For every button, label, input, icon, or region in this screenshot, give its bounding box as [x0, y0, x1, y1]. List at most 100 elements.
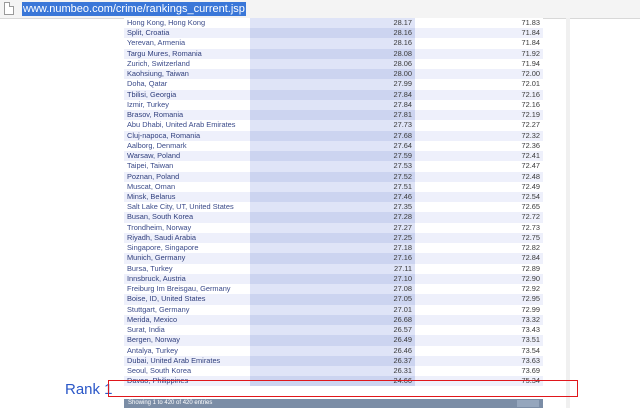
- city-cell: Brasov, Romania: [124, 110, 250, 121]
- table-row: Yerevan, Armenia 28.16 71.84: [124, 38, 543, 49]
- safety-index-cell: 72.36: [415, 140, 543, 152]
- page-icon: [4, 2, 14, 15]
- crime-index-cell: 28.06: [250, 58, 415, 70]
- safety-index-cell: 72.75: [415, 232, 543, 244]
- rankings-table: Hong Kong, Hong Kong 28.17 71.83 Split, Cro…: [124, 18, 543, 387]
- safety-index-cell: 72.41: [415, 151, 543, 162]
- safety-index-cell: 71.84: [415, 28, 543, 39]
- safety-index-cell: 72.49: [415, 181, 543, 192]
- safety-index-cell: 72.32: [415, 130, 543, 141]
- city-cell: Kaohsiung, Taiwan: [124, 69, 250, 80]
- safety-index-cell: 72.47: [415, 161, 543, 172]
- city-cell: Salt Lake City, UT, United States: [124, 202, 250, 213]
- table-row: Boise, ID, United States 27.05 72.95: [124, 294, 543, 305]
- address-bar[interactable]: www.numbeo.com/crime/rankings_current.js…: [0, 0, 640, 19]
- crime-index-cell: 27.28: [250, 212, 415, 223]
- rank-highlight-box: [108, 380, 578, 397]
- crime-index-cell: 27.35: [250, 202, 415, 213]
- safety-index-cell: 73.32: [415, 314, 543, 326]
- city-cell: Singapore, Singapore: [124, 243, 250, 254]
- city-cell: Stuttgart, Germany: [124, 304, 250, 315]
- safety-index-cell: 72.16: [415, 89, 543, 100]
- table-row: Hong Kong, Hong Kong 28.17 71.83: [124, 18, 543, 29]
- crime-index-cell: 28.16: [250, 28, 415, 39]
- city-cell: Innsbruck, Austria: [124, 273, 250, 285]
- crime-index-cell: 27.68: [250, 130, 415, 141]
- city-cell: Antalya, Turkey: [124, 345, 250, 356]
- table-row: Poznan, Poland 27.52 72.48: [124, 171, 543, 182]
- safety-index-cell: 71.92: [415, 48, 543, 59]
- table-row: Singapore, Singapore 27.18 72.82: [124, 243, 543, 254]
- crime-index-cell: 27.01: [250, 304, 415, 315]
- safety-index-cell: 73.54: [415, 345, 543, 356]
- table-row: Merida, Mexico 26.68 73.32: [124, 314, 543, 326]
- table-row: Surat, India 26.57 73.43: [124, 325, 543, 336]
- crime-index-cell: 27.59: [250, 151, 415, 162]
- crime-index-cell: 27.46: [250, 191, 415, 203]
- crime-index-cell: 26.31: [250, 365, 415, 377]
- table-footer: Showing 1 to 420 of 420 entries: [124, 399, 543, 408]
- crime-index-cell: 27.84: [250, 99, 415, 111]
- safety-index-cell: 72.72: [415, 212, 543, 223]
- scrollbar[interactable]: [566, 18, 570, 408]
- crime-index-cell: 26.68: [250, 314, 415, 326]
- table-row: Zurich, Switzerland 28.06 71.94: [124, 58, 543, 70]
- rank-annotation-label: Rank 1: [65, 381, 113, 398]
- crime-index-cell: 27.53: [250, 161, 415, 172]
- safety-index-cell: 72.27: [415, 120, 543, 131]
- table-row: Aalborg, Denmark 27.64 72.36: [124, 140, 543, 152]
- crime-index-cell: 28.16: [250, 38, 415, 49]
- safety-index-cell: 71.83: [415, 18, 543, 29]
- table-row: Izmir, Turkey 27.84 72.16: [124, 99, 543, 111]
- city-cell: Bursa, Turkey: [124, 263, 250, 274]
- crime-index-cell: 27.51: [250, 181, 415, 192]
- table-row: Abu Dhabi, United Arab Emirates 27.73 72.2…: [124, 120, 543, 131]
- city-cell: Boise, ID, United States: [124, 294, 250, 305]
- table-row: Seoul, South Korea 26.31 73.69: [124, 365, 543, 377]
- safety-index-cell: 73.63: [415, 355, 543, 366]
- safety-index-cell: 72.95: [415, 294, 543, 305]
- crime-index-cell: 28.17: [250, 18, 415, 29]
- safety-index-cell: 72.16: [415, 99, 543, 111]
- city-cell: Tbilisi, Georgia: [124, 89, 250, 100]
- table-info: Showing 1 to 420 of 420 entries: [128, 400, 213, 406]
- crime-index-cell: 26.37: [250, 355, 415, 366]
- table-row: Taipei, Taiwan 27.53 72.47: [124, 161, 543, 172]
- city-cell: Abu Dhabi, United Arab Emirates: [124, 120, 250, 131]
- table-row: Munich, Germany 27.16 72.84: [124, 253, 543, 264]
- pagination-control[interactable]: [517, 400, 539, 407]
- city-cell: Seoul, South Korea: [124, 365, 250, 377]
- table-row: Salt Lake City, UT, United States 27.35 72…: [124, 202, 543, 213]
- city-cell: Dubai, United Arab Emirates: [124, 355, 250, 366]
- table-row: Busan, South Korea 27.28 72.72: [124, 212, 543, 223]
- crime-index-cell: 27.08: [250, 284, 415, 295]
- url-text[interactable]: www.numbeo.com/crime/rankings_current.js…: [22, 2, 246, 16]
- table-row: Minsk, Belarus 27.46 72.54: [124, 191, 543, 203]
- city-cell: Poznan, Poland: [124, 171, 250, 182]
- city-cell: Bergen, Norway: [124, 335, 250, 346]
- crime-index-cell: 27.05: [250, 294, 415, 305]
- city-cell: Hong Kong, Hong Kong: [124, 18, 250, 29]
- safety-index-cell: 73.69: [415, 365, 543, 377]
- crime-index-cell: 27.84: [250, 89, 415, 100]
- crime-index-cell: 27.52: [250, 171, 415, 182]
- table-row: Cluj-napoca, Romania 27.68 72.32: [124, 130, 543, 141]
- table-row: Split, Croatia 28.16 71.84: [124, 28, 543, 39]
- safety-index-cell: 72.48: [415, 171, 543, 182]
- city-cell: Muscat, Oman: [124, 181, 250, 192]
- rankings-table-container: Hong Kong, Hong Kong 28.17 71.83 Split, Cro…: [124, 18, 543, 403]
- city-cell: Riyadh, Saudi Arabia: [124, 232, 250, 244]
- crime-index-cell: 28.08: [250, 48, 415, 59]
- table-row: Dubai, United Arab Emirates 26.37 73.63: [124, 355, 543, 366]
- city-cell: Doha, Qatar: [124, 79, 250, 90]
- table-row: Innsbruck, Austria 27.10 72.90: [124, 273, 543, 285]
- crime-index-cell: 27.25: [250, 232, 415, 244]
- crime-index-cell: 27.99: [250, 79, 415, 90]
- city-cell: Freiburg Im Breisgau, Germany: [124, 284, 250, 295]
- safety-index-cell: 73.51: [415, 335, 543, 346]
- safety-index-cell: 72.90: [415, 273, 543, 285]
- city-cell: Zurich, Switzerland: [124, 58, 250, 70]
- table-row: Warsaw, Poland 27.59 72.41: [124, 151, 543, 162]
- city-cell: Izmir, Turkey: [124, 99, 250, 111]
- city-cell: Cluj-napoca, Romania: [124, 130, 250, 141]
